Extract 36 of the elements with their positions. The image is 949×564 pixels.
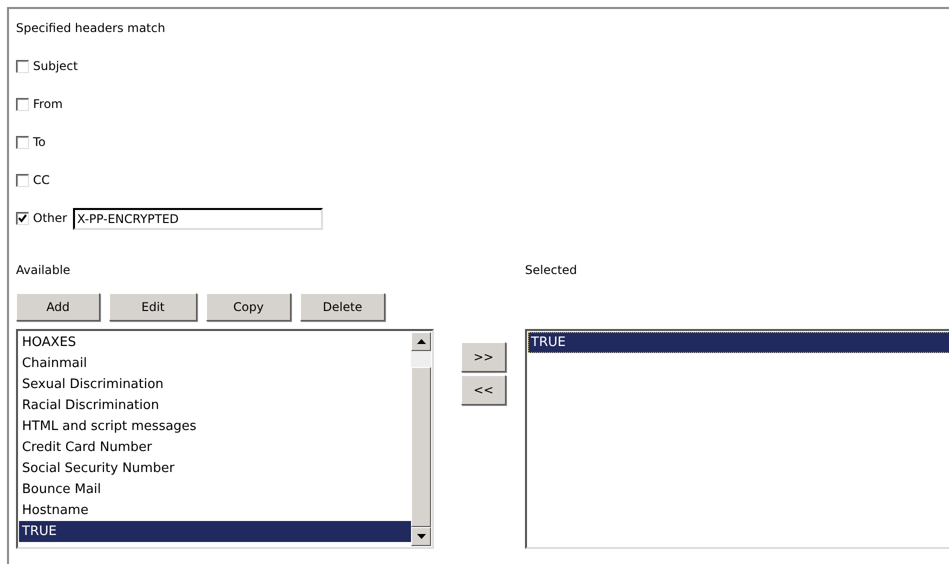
section-heading: Specified headers match <box>16 21 166 36</box>
checkbox-label: From <box>33 97 63 112</box>
available-label: Available <box>16 263 72 278</box>
list-item[interactable]: Social Security Number <box>19 458 411 479</box>
checkbox[interactable] <box>16 174 29 187</box>
action-button[interactable]: Delete <box>300 293 385 321</box>
list-item[interactable]: Chainmail <box>19 353 411 374</box>
available-list[interactable]: HOAXES Chainmail Sexual Discrimination Racial Discrimination HTML and script messages Credit Card Number Social Security Number Bounce Mail Hostname TRUE <box>16 329 434 549</box>
checkbox[interactable] <box>16 136 29 149</box>
action-button[interactable]: Add <box>16 293 100 321</box>
list-item[interactable]: HTML and script messages <box>19 416 411 437</box>
list-item[interactable]: TRUE <box>528 332 949 353</box>
selected-label: Selected <box>525 263 578 278</box>
list-item[interactable]: Credit Card Number <box>19 437 411 458</box>
move-button[interactable]: >> <box>461 342 506 372</box>
checkbox-label: To <box>33 135 46 150</box>
list-item[interactable]: Bounce Mail <box>19 479 411 500</box>
checkbox[interactable] <box>16 212 29 225</box>
checkbox-label: Other <box>33 211 68 226</box>
action-button[interactable]: Copy <box>206 293 291 321</box>
selected-list[interactable]: TRUE <box>525 329 949 549</box>
checkbox-label: CC <box>33 173 50 188</box>
header-name-field[interactable]: X-PP-ENCRYPTED <box>73 208 324 230</box>
list-item[interactable]: Sexual Discrimination <box>19 374 411 395</box>
list-item[interactable]: Hostname <box>19 500 411 521</box>
scroll-up-icon[interactable] <box>416 339 426 344</box>
list-item[interactable]: Racial Discrimination <box>19 395 411 416</box>
move-button[interactable]: << <box>461 375 506 405</box>
action-button[interactable]: Edit <box>109 293 197 321</box>
checkbox-label: Subject <box>33 59 78 74</box>
list-item[interactable]: HOAXES <box>19 332 411 353</box>
scroll-down-icon[interactable] <box>416 534 426 539</box>
checkbox[interactable] <box>16 98 29 111</box>
checkbox[interactable] <box>16 60 29 73</box>
list-item[interactable]: TRUE <box>19 521 411 542</box>
scrollbar[interactable] <box>411 332 431 546</box>
